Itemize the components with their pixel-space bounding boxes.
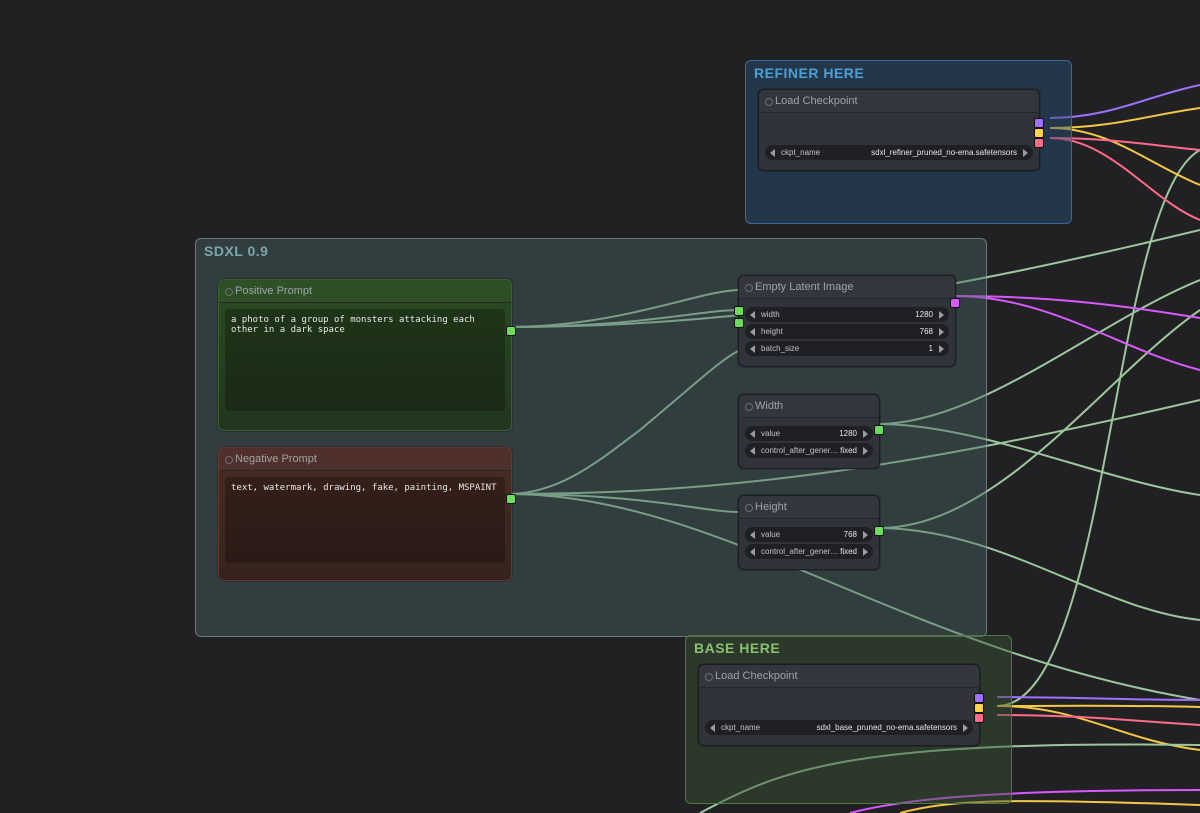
- group-sdxl[interactable]: SDXL 0.9 Positive Prompt a photo of a gr…: [195, 238, 987, 637]
- output-port-model[interactable]: [1034, 118, 1044, 128]
- group-base[interactable]: BASE HERE Load Checkpoint ckpt_name sdxl…: [685, 635, 1012, 804]
- param-control-after-generate[interactable]: control_after_generatefixed: [745, 544, 873, 559]
- output-port-model[interactable]: [974, 693, 984, 703]
- param-height[interactable]: height768: [745, 324, 949, 339]
- input-port[interactable]: [734, 318, 744, 328]
- output-port-conditioning[interactable]: [506, 494, 516, 504]
- node-title: Load Checkpoint: [699, 665, 979, 688]
- node-load-checkpoint-base[interactable]: Load Checkpoint ckpt_name sdxl_base_prun…: [698, 664, 980, 746]
- node-title: Load Checkpoint: [759, 90, 1039, 113]
- output-port-int[interactable]: [874, 526, 884, 536]
- node-title: Positive Prompt: [219, 280, 511, 303]
- group-refiner[interactable]: REFINER HERE Load Checkpoint ckpt_name s…: [745, 60, 1072, 224]
- param-control-after-generate[interactable]: control_after_generatefixed: [745, 443, 873, 458]
- node-title: Negative Prompt: [219, 448, 511, 471]
- output-port-latent[interactable]: [950, 298, 960, 308]
- node-empty-latent-image[interactable]: Empty Latent Image width1280 height768 b…: [738, 275, 956, 367]
- node-negative-prompt[interactable]: Negative Prompt text, watermark, drawing…: [218, 447, 512, 581]
- output-port-clip[interactable]: [974, 703, 984, 713]
- param-batch-size[interactable]: batch_size1: [745, 341, 949, 356]
- node-width[interactable]: Width value1280 control_after_generatefi…: [738, 394, 880, 469]
- param-ckpt-name[interactable]: ckpt_name sdxl_base_pruned_no-ema.safete…: [705, 720, 973, 735]
- param-width[interactable]: width1280: [745, 307, 949, 322]
- node-load-checkpoint-refiner[interactable]: Load Checkpoint ckpt_name sdxl_refiner_p…: [758, 89, 1040, 171]
- node-positive-prompt[interactable]: Positive Prompt a photo of a group of mo…: [218, 279, 512, 431]
- output-port-int[interactable]: [874, 425, 884, 435]
- node-height[interactable]: Height value768 control_after_generatefi…: [738, 495, 880, 570]
- prompt-text[interactable]: text, watermark, drawing, fake, painting…: [225, 477, 505, 563]
- input-port[interactable]: [734, 306, 744, 316]
- group-title-sdxl: SDXL 0.9: [204, 243, 268, 259]
- node-graph-canvas[interactable]: REFINER HERE Load Checkpoint ckpt_name s…: [0, 0, 1200, 813]
- output-port-vae[interactable]: [1034, 138, 1044, 148]
- param-ckpt-name[interactable]: ckpt_name sdxl_refiner_pruned_no-ema.saf…: [765, 145, 1033, 160]
- node-title: Empty Latent Image: [739, 276, 955, 299]
- group-title-base: BASE HERE: [694, 640, 780, 656]
- param-value[interactable]: value1280: [745, 426, 873, 441]
- param-value[interactable]: value768: [745, 527, 873, 542]
- group-title-refiner: REFINER HERE: [754, 65, 864, 81]
- node-title: Width: [739, 395, 879, 418]
- output-port-conditioning[interactable]: [506, 326, 516, 336]
- prompt-text[interactable]: a photo of a group of monsters attacking…: [225, 309, 505, 411]
- node-title: Height: [739, 496, 879, 519]
- output-port-clip[interactable]: [1034, 128, 1044, 138]
- output-port-vae[interactable]: [974, 713, 984, 723]
